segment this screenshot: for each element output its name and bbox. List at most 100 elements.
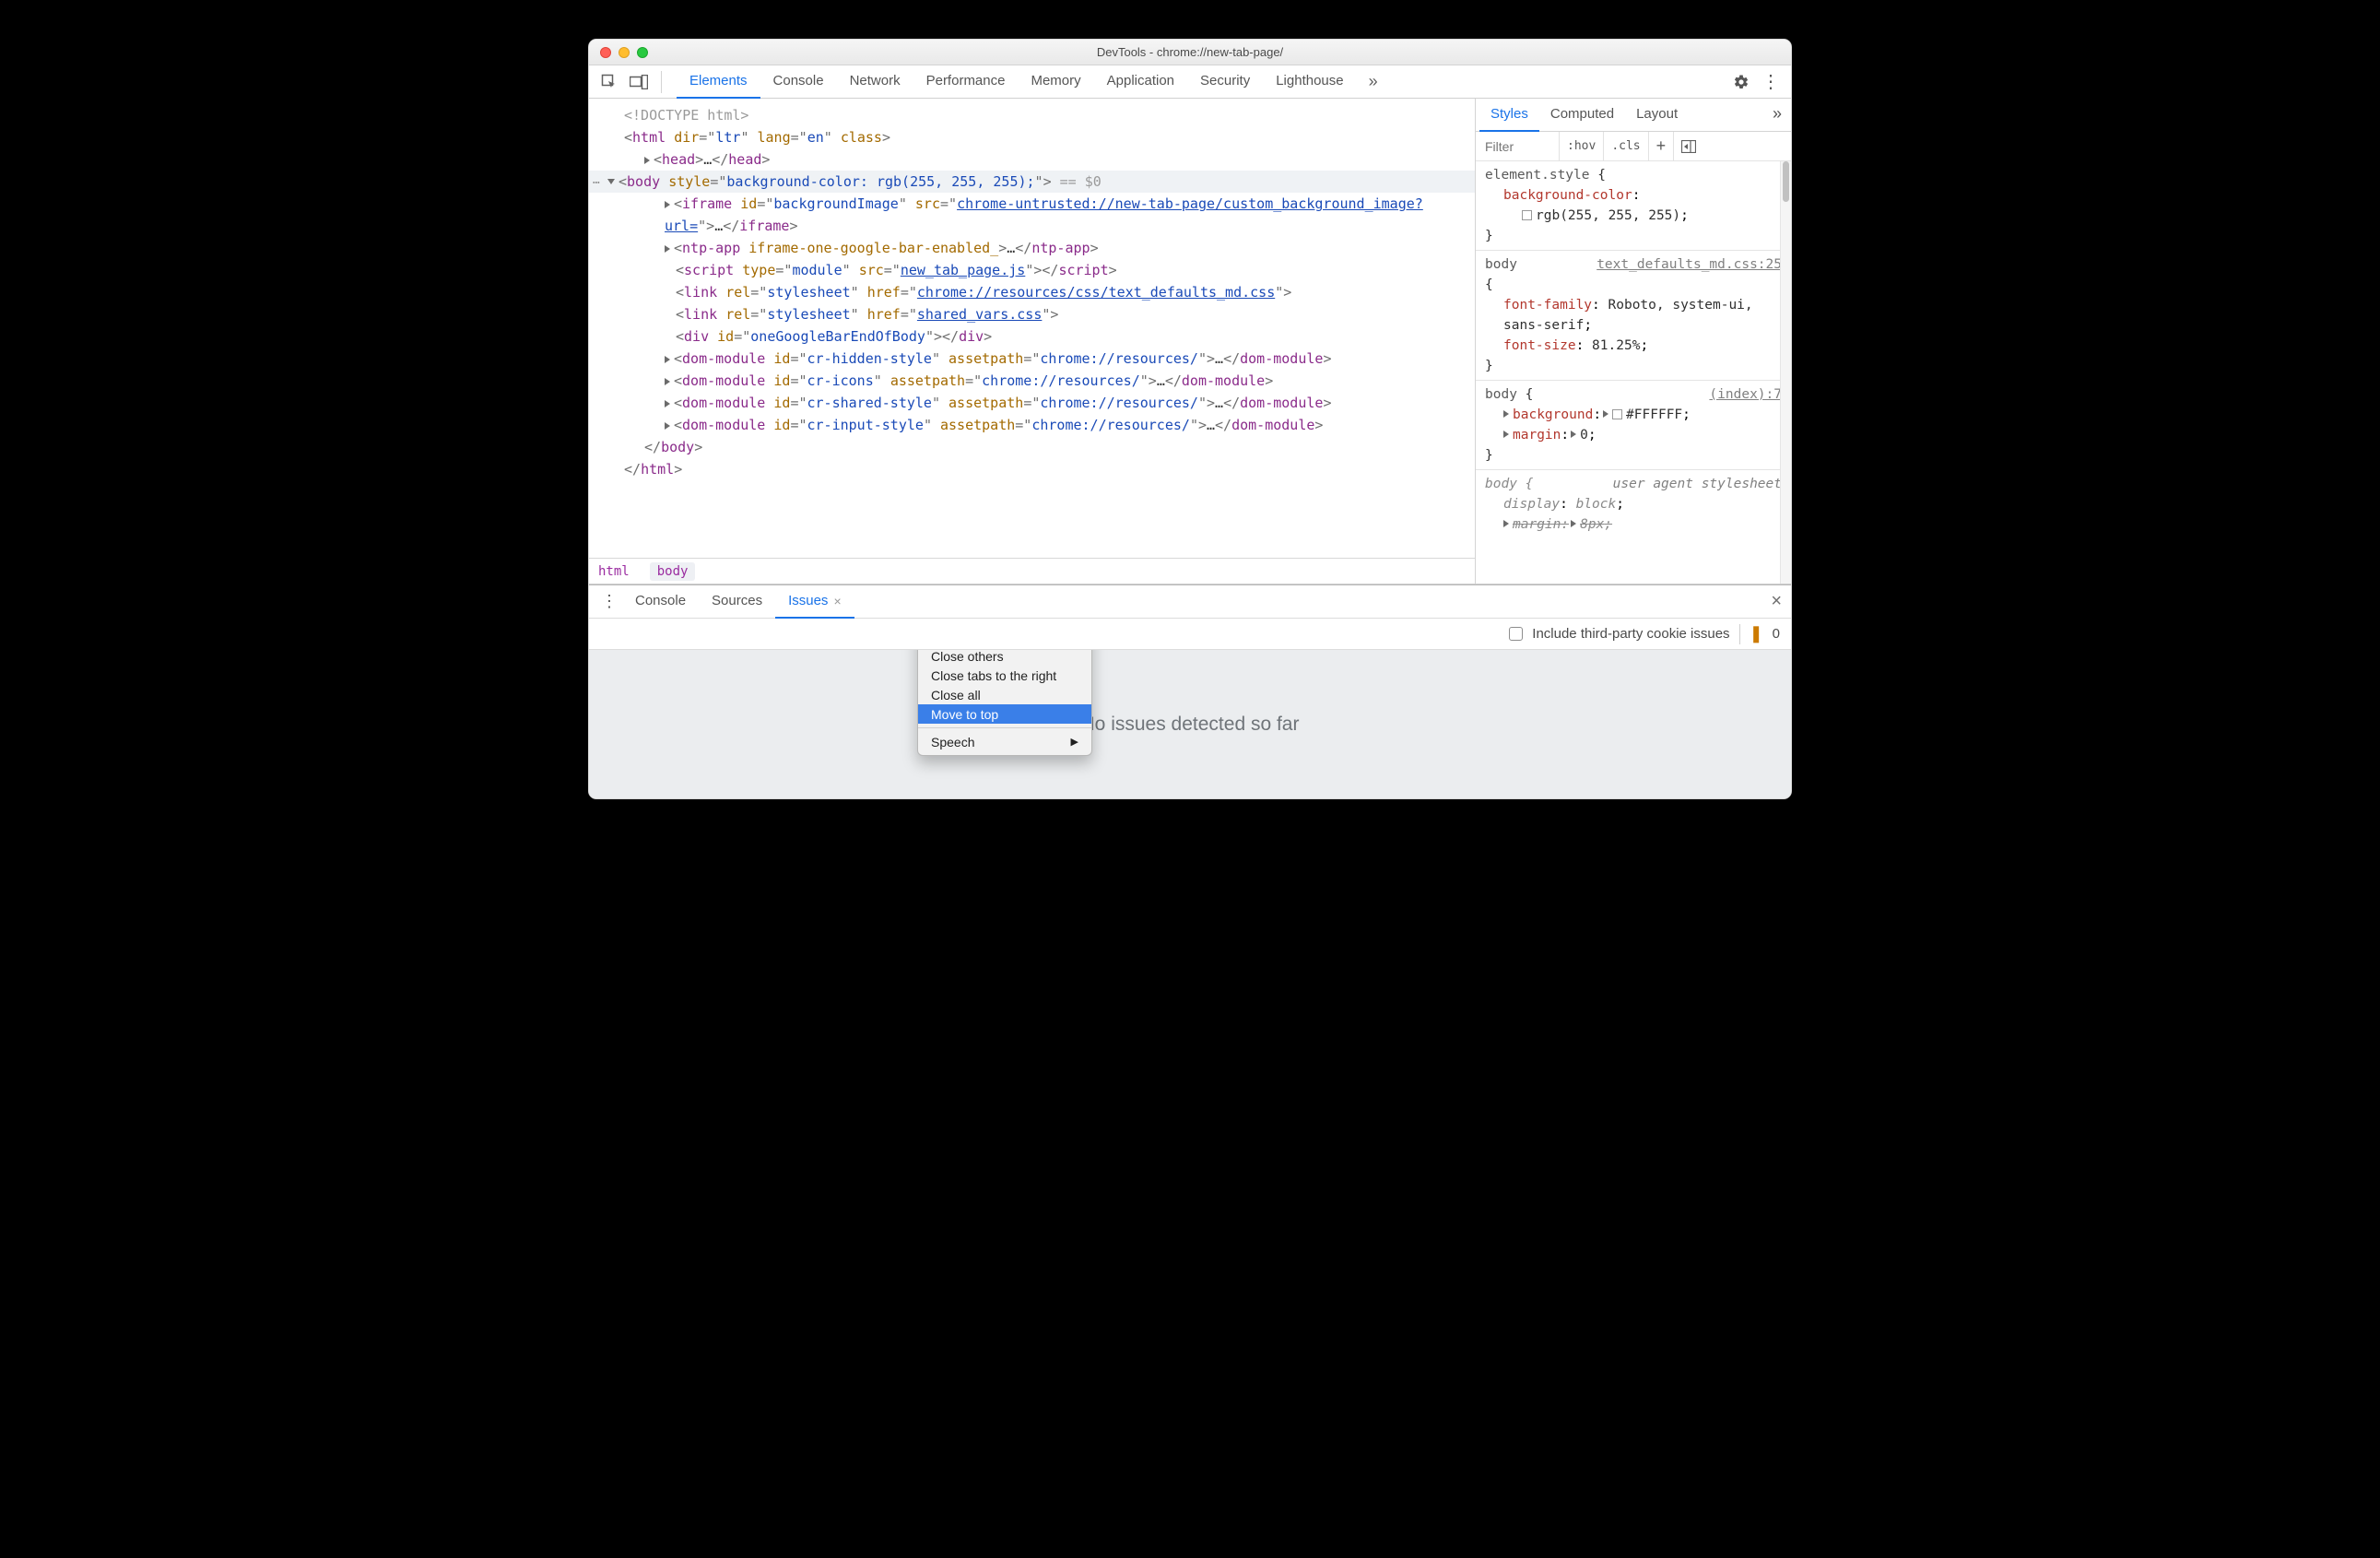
- prop-background[interactable]: background: [1513, 407, 1593, 422]
- selected-dom-node[interactable]: ⋯<body style="background-color: rgb(255,…: [589, 171, 1475, 193]
- inspect-element-icon[interactable]: [596, 69, 622, 95]
- styles-scrollbar[interactable]: [1780, 161, 1791, 584]
- prop-font-family[interactable]: font-family: [1503, 298, 1592, 313]
- styles-tabs: Styles Computed Layout »: [1476, 99, 1791, 132]
- tab-memory[interactable]: Memory: [1018, 65, 1093, 99]
- no-issues-text: No issues detected so far: [1081, 714, 1300, 736]
- class-toggle-button[interactable]: .cls: [1603, 132, 1647, 161]
- divider: [1739, 624, 1740, 644]
- drawer-tab-issues[interactable]: Issues×: [775, 585, 854, 619]
- tab-performance[interactable]: Performance: [913, 65, 1019, 99]
- close-tab-icon[interactable]: ×: [833, 594, 841, 608]
- dom-panel: <!DOCTYPE html> <html dir="ltr" lang="en…: [589, 99, 1476, 584]
- crumb-body[interactable]: body: [650, 562, 696, 581]
- issues-count: 0: [1773, 626, 1780, 642]
- rule-source-textdefaults[interactable]: text_defaults_md.css:25: [1596, 254, 1782, 275]
- expand-margin-icon[interactable]: [1571, 431, 1576, 438]
- expand-iframe-icon[interactable]: [665, 201, 670, 208]
- rule-source-ua: user agent stylesheet: [1613, 474, 1782, 494]
- titlebar: DevTools - chrome://new-tab-page/: [589, 40, 1791, 65]
- prop-display: display: [1503, 497, 1560, 512]
- expand-dm1-icon[interactable]: [665, 356, 670, 363]
- val-font-size[interactable]: 81.25%: [1592, 338, 1640, 353]
- tab-security[interactable]: Security: [1187, 65, 1263, 99]
- settings-icon[interactable]: [1728, 69, 1754, 95]
- breadcrumb: html body: [589, 558, 1475, 584]
- expand-background-icon[interactable]: [1603, 410, 1608, 418]
- expand-shorthand-icon[interactable]: [1503, 431, 1509, 438]
- workspace: <!DOCTYPE html> <html dir="ltr" lang="en…: [589, 99, 1791, 584]
- tab-network[interactable]: Network: [837, 65, 913, 99]
- hover-pseudo-button[interactable]: :hov: [1559, 132, 1603, 161]
- expand-ntp-app-icon[interactable]: [665, 245, 670, 253]
- tab-styles[interactable]: Styles: [1479, 99, 1539, 132]
- submenu-arrow-icon: ▶: [1071, 736, 1078, 748]
- styles-filter-input[interactable]: [1476, 139, 1559, 154]
- drawer-kebab-icon[interactable]: ⋮: [596, 589, 622, 615]
- issues-warning-icon[interactable]: ❚: [1750, 624, 1763, 643]
- tab-computed[interactable]: Computed: [1539, 99, 1625, 132]
- styles-filter-row: :hov .cls +: [1476, 132, 1791, 161]
- val-background[interactable]: #FFFFFF: [1626, 407, 1682, 422]
- close-drawer-icon[interactable]: ×: [1771, 591, 1782, 612]
- ctx-close-all[interactable]: Close all: [918, 685, 1091, 704]
- val-margin-ua: 8px: [1580, 517, 1604, 532]
- prop-margin[interactable]: margin: [1513, 428, 1561, 443]
- main-tabs: Elements Console Network Performance Mem…: [677, 65, 1357, 99]
- more-tabs-icon[interactable]: »: [1361, 69, 1386, 95]
- tab-console[interactable]: Console: [760, 65, 837, 99]
- drawer: ⋮ Console Sources Issues× × Include thir…: [589, 584, 1791, 798]
- expand-dm3-icon[interactable]: [665, 400, 670, 407]
- third-party-label: Include third-party cookie issues: [1532, 626, 1729, 642]
- link2-href-link[interactable]: shared_vars.css: [917, 306, 1042, 323]
- style-rules[interactable]: element.style { background-color:rgb(255…: [1476, 161, 1791, 584]
- issues-body: No issues detected so far Close Close ot…: [589, 650, 1791, 798]
- dom-tree[interactable]: <!DOCTYPE html> <html dir="ltr" lang="en…: [589, 99, 1475, 558]
- toggle-sidebar-icon[interactable]: [1673, 132, 1703, 161]
- issues-toolbar: Include third-party cookie issues ❚ 0: [589, 619, 1791, 650]
- expand-shorthand-icon[interactable]: [1503, 520, 1509, 527]
- new-style-rule-icon[interactable]: +: [1648, 132, 1674, 161]
- collapse-body-icon[interactable]: [607, 179, 615, 184]
- device-toolbar-icon[interactable]: [626, 69, 652, 95]
- styles-panel: Styles Computed Layout » :hov .cls +: [1476, 99, 1791, 584]
- devtools-window: DevTools - chrome://new-tab-page/ Elemen…: [588, 39, 1792, 799]
- script-src-link[interactable]: new_tab_page.js: [901, 262, 1025, 278]
- val-background-color[interactable]: rgb(255, 255, 255): [1536, 208, 1680, 223]
- tab-layout[interactable]: Layout: [1625, 99, 1689, 132]
- expand-head-icon[interactable]: [644, 157, 650, 164]
- ctx-close-others[interactable]: Close others: [918, 650, 1091, 666]
- kebab-menu-icon[interactable]: ⋮: [1758, 69, 1784, 95]
- color-swatch-icon[interactable]: [1522, 210, 1532, 220]
- tab-application[interactable]: Application: [1094, 65, 1187, 99]
- main-toolbar: Elements Console Network Performance Mem…: [589, 65, 1791, 99]
- context-menu: Close Close others Close tabs to the rig…: [917, 650, 1092, 756]
- expand-shorthand-icon[interactable]: [1503, 410, 1509, 418]
- menu-separator: [918, 727, 1091, 728]
- ctx-close-right[interactable]: Close tabs to the right: [918, 666, 1091, 685]
- tab-elements[interactable]: Elements: [677, 65, 760, 99]
- expand-margin-value-icon[interactable]: [1571, 520, 1576, 527]
- prop-background-color[interactable]: background-color: [1503, 188, 1632, 203]
- ctx-speech[interactable]: Speech▶: [918, 732, 1091, 751]
- drawer-tab-console[interactable]: Console: [622, 585, 699, 619]
- expand-dm2-icon[interactable]: [665, 378, 670, 385]
- tab-lighthouse[interactable]: Lighthouse: [1263, 65, 1356, 99]
- link1-href-link[interactable]: chrome://resources/css/text_defaults_md.…: [917, 284, 1275, 301]
- more-styles-tabs-icon[interactable]: »: [1767, 99, 1787, 132]
- val-margin[interactable]: 0: [1580, 428, 1588, 443]
- expand-dm4-icon[interactable]: [665, 422, 670, 430]
- third-party-checkbox[interactable]: [1509, 627, 1523, 641]
- drawer-tab-sources[interactable]: Sources: [699, 585, 775, 619]
- divider: [661, 71, 662, 93]
- color-swatch-icon[interactable]: [1612, 409, 1622, 419]
- prop-margin-ua: margin: [1513, 517, 1561, 532]
- val-display: block: [1576, 497, 1617, 512]
- dom-doctype: <!DOCTYPE html>: [624, 107, 748, 124]
- rule-source-index[interactable]: (index):7: [1709, 384, 1782, 405]
- crumb-html[interactable]: html: [598, 564, 630, 579]
- prop-font-size[interactable]: font-size: [1503, 338, 1576, 353]
- drawer-tabs: ⋮ Console Sources Issues× ×: [589, 585, 1791, 619]
- ctx-move-to-top[interactable]: Move to top: [918, 704, 1091, 724]
- window-title: DevTools - chrome://new-tab-page/: [589, 45, 1791, 59]
